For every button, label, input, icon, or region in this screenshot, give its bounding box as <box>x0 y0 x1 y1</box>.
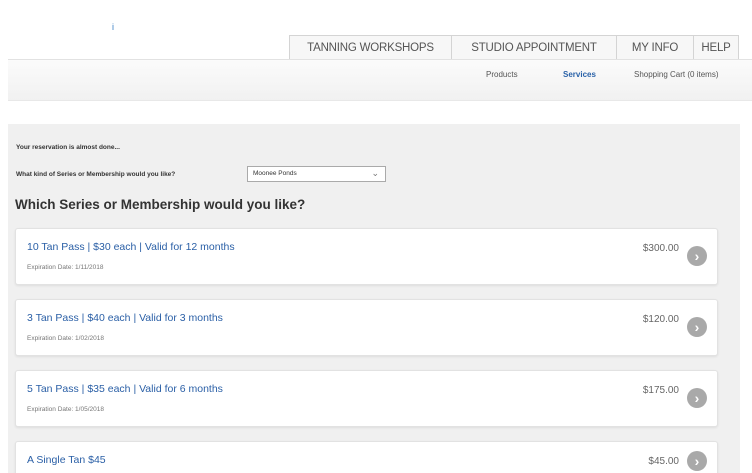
tab-my-info[interactable]: MY INFO <box>616 35 694 59</box>
sub-navigation: Products Services Shopping Cart (0 items… <box>8 59 752 101</box>
tab-help[interactable]: HELP <box>693 35 739 59</box>
products-link[interactable]: Products <box>486 70 518 79</box>
section-title: Which Series or Membership would you lik… <box>15 197 306 212</box>
logo-icon: i <box>112 22 114 32</box>
pass-card-3-tan[interactable]: 3 Tan Pass | $40 each | Valid for 3 mont… <box>15 299 718 356</box>
tab-studio-appointment[interactable]: STUDIO APPOINTMENT <box>451 35 617 59</box>
pass-title[interactable]: 5 Tan Pass | $35 each | Valid for 6 mont… <box>27 383 223 395</box>
chevron-down-icon: ⌄ <box>371 168 379 178</box>
pass-title[interactable]: A Single Tan $45 <box>27 454 106 466</box>
tab-tanning-workshops[interactable]: TANNING WORKSHOPS <box>289 35 452 59</box>
pass-price: $120.00 <box>642 314 679 325</box>
series-question-label: What kind of Series or Membership would … <box>16 171 176 178</box>
pass-title[interactable]: 10 Tan Pass | $30 each | Valid for 12 mo… <box>27 241 235 253</box>
shopping-cart-link[interactable]: Shopping Cart (0 items) <box>634 70 718 79</box>
arrow-right-icon[interactable]: › <box>687 246 707 266</box>
pass-price: $175.00 <box>642 385 679 396</box>
top-navigation: TANNING WORKSHOPS STUDIO APPOINTMENT MY … <box>289 35 739 59</box>
pass-expiry: Expiration Date: 1/11/2018 <box>27 264 104 271</box>
services-link[interactable]: Services <box>563 70 596 79</box>
pass-expiry: Expiration Date: 1/02/2018 <box>27 335 104 342</box>
location-select-value: Moonee Ponds <box>253 170 297 177</box>
arrow-right-icon[interactable]: › <box>687 451 707 471</box>
pass-expiry: Expiration Date: 1/05/2018 <box>27 406 104 413</box>
pass-title[interactable]: 3 Tan Pass | $40 each | Valid for 3 mont… <box>27 312 223 324</box>
pass-price: $300.00 <box>642 243 679 254</box>
main-content: Your reservation is almost done... What … <box>8 124 740 473</box>
pass-card-10-tan[interactable]: 10 Tan Pass | $30 each | Valid for 12 mo… <box>15 228 718 285</box>
pass-card-5-tan[interactable]: 5 Tan Pass | $35 each | Valid for 6 mont… <box>15 370 718 427</box>
pass-card-single-tan[interactable]: A Single Tan $45 $45.00 › <box>15 441 718 473</box>
arrow-right-icon[interactable]: › <box>687 317 707 337</box>
location-select[interactable]: Moonee Ponds ⌄ <box>247 166 386 182</box>
arrow-right-icon[interactable]: › <box>687 388 707 408</box>
pass-price: $45.00 <box>648 456 679 467</box>
reservation-notice: Your reservation is almost done... <box>16 144 120 151</box>
